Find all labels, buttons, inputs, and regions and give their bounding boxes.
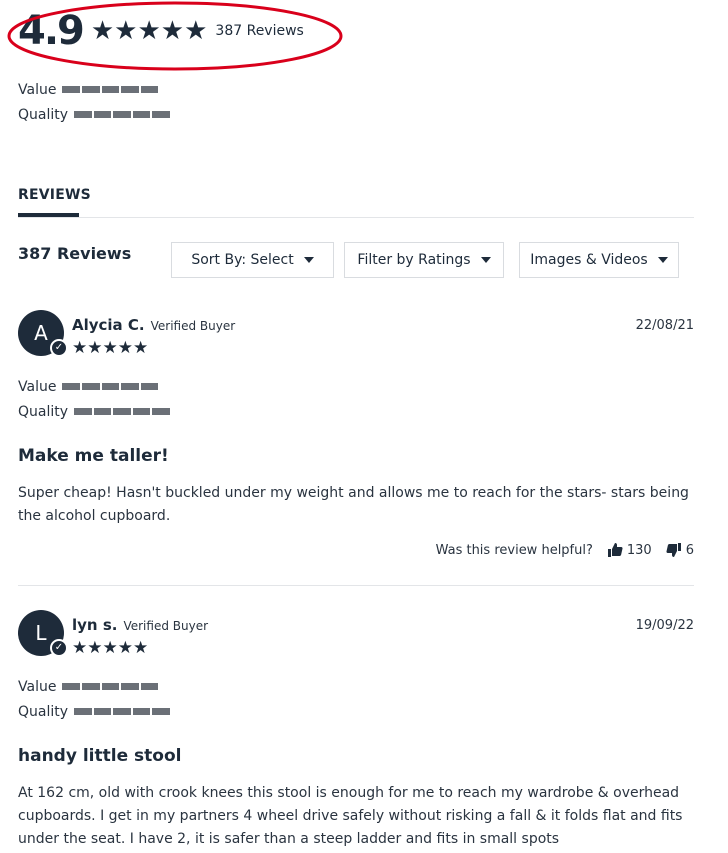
star-icon: ★ [117, 638, 133, 658]
media-filter-label: Images & Videos [530, 252, 648, 268]
author-line: Alycia C. Verified Buyer [72, 316, 235, 334]
factor-label: Value [18, 378, 57, 395]
factor-value: Value [18, 374, 170, 399]
star-icon: ★ [90, 16, 115, 46]
factor-bar [74, 408, 170, 415]
review-divider [18, 585, 694, 586]
rating-summary: 4.9 ★ ★ ★ ★ ★ 387 Reviews [18, 6, 304, 56]
media-filter-dropdown[interactable]: Images & Videos [519, 242, 679, 278]
factor-label: Value [18, 81, 57, 98]
thumbs-up-button[interactable]: 130 [607, 542, 652, 558]
star-icon: ★ [87, 638, 103, 658]
factor-bar [62, 683, 159, 690]
check-icon: ✓ [50, 639, 68, 657]
thumbs-up-icon [607, 543, 623, 557]
overall-factors: Value Quality [18, 77, 170, 127]
factor-label: Quality [18, 403, 69, 420]
review-title: handy little stool [18, 746, 182, 766]
review-title: Make me taller! [18, 446, 169, 466]
verified-badge: Verified Buyer [150, 319, 236, 333]
review-body: Super cheap! Hasn't buckled under my wei… [18, 485, 689, 524]
star-icon: ★ [102, 638, 118, 658]
star-icon: ★ [184, 16, 208, 46]
sort-dropdown[interactable]: Sort By: Select [171, 242, 334, 278]
review-factors: Value Quality [18, 374, 170, 424]
factor-label: Value [18, 678, 57, 695]
star-icon: ★ [72, 338, 88, 358]
summary-stars: ★ ★ ★ ★ ★ [91, 18, 208, 44]
thumbs-down-icon [666, 543, 681, 557]
helpful-question: Was this review helpful? [435, 542, 593, 558]
review-date: 19/09/22 [635, 618, 694, 633]
check-icon: ✓ [50, 339, 68, 357]
reviews-count: 387 Reviews [18, 244, 132, 263]
verified-badge: Verified Buyer [123, 619, 209, 633]
star-icon: ★ [160, 16, 185, 46]
review-factors: Value Quality [18, 674, 170, 724]
star-icon: ★ [102, 338, 118, 358]
star-icon: ★ [133, 338, 149, 358]
author-line: lyn s. Verified Buyer [72, 616, 208, 634]
thumbs-down-button[interactable]: 6 [666, 542, 694, 558]
star-icon: ★ [137, 16, 161, 46]
factor-bar [62, 86, 159, 93]
caret-down-icon [303, 257, 314, 263]
factor-quality: Quality [18, 102, 170, 127]
ratings-filter-label: Filter by Ratings [357, 252, 471, 268]
factor-bar [74, 708, 170, 715]
factor-quality: Quality [18, 699, 170, 724]
factor-quality: Quality [18, 399, 170, 424]
review-toolbar: 387 Reviews Sort By: Select Filter by Ra… [18, 242, 694, 278]
author-name: Alycia C. [72, 316, 145, 334]
helpful-votes: Was this review helpful? 130 6 [436, 542, 694, 558]
factor-value: Value [18, 77, 170, 102]
factor-bar [74, 111, 170, 118]
review-stars: ★ ★ ★ ★ ★ [72, 640, 148, 657]
review-date: 22/08/21 [635, 318, 694, 333]
upvote-count: 130 [626, 542, 652, 558]
sort-label: Sort By: Select [191, 252, 294, 268]
tab-reviews[interactable]: REVIEWS [18, 184, 91, 217]
star-icon: ★ [72, 638, 88, 658]
star-icon: ★ [114, 16, 138, 46]
factor-label: Quality [18, 703, 69, 720]
review-body: At 162 cm, old with crook knees this sto… [18, 785, 683, 847]
ratings-filter-dropdown[interactable]: Filter by Ratings [344, 242, 504, 278]
caret-down-icon [657, 257, 668, 263]
total-reviews-link[interactable]: 387 Reviews [215, 23, 303, 39]
factor-label: Quality [18, 106, 69, 123]
star-icon: ★ [87, 338, 103, 358]
caret-down-icon [480, 257, 491, 263]
downvote-count: 6 [685, 542, 694, 558]
factor-value: Value [18, 674, 170, 699]
star-icon: ★ [133, 638, 149, 658]
factor-bar [62, 383, 159, 390]
review-stars: ★ ★ ★ ★ ★ [72, 340, 148, 357]
star-icon: ★ [117, 338, 133, 358]
average-rating: 4.9 [18, 8, 85, 54]
author-name: lyn s. [72, 616, 118, 634]
tab-bar: REVIEWS [18, 184, 694, 218]
